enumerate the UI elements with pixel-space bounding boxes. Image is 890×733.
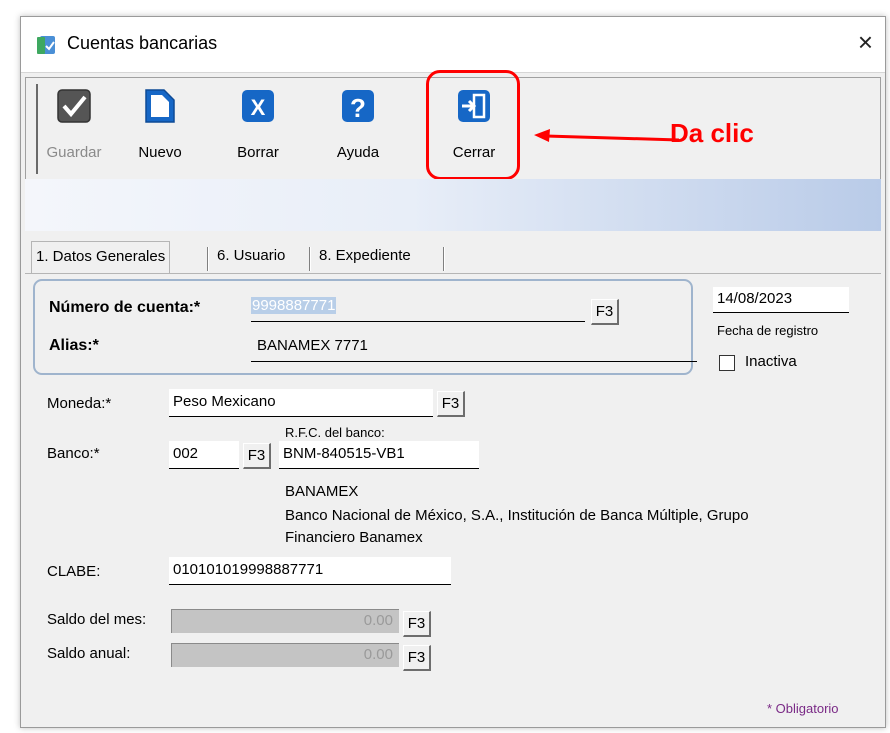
new-document-icon xyxy=(145,89,175,123)
svg-text:?: ? xyxy=(350,93,366,123)
tab-label: 1. Datos Generales xyxy=(36,248,166,265)
numero-cuenta-field[interactable]: 9998887771 xyxy=(251,297,337,314)
app-icon xyxy=(37,36,55,54)
cuentas-bancarias-window: Cuentas bancarias × Guardar Nuevo X Borr xyxy=(20,16,886,728)
tab-label: 8. Expediente xyxy=(319,247,411,264)
rfc-banco-value: BNM-840515-VB1 xyxy=(283,445,405,462)
help-icon: ? xyxy=(342,90,374,123)
ayuda-label: Ayuda xyxy=(336,144,380,161)
fecha-registro-label: Fecha de registro xyxy=(717,323,819,338)
ayuda-button[interactable]: ? Ayuda xyxy=(318,86,398,166)
tab-datos-generales[interactable]: 1. Datos Generales xyxy=(31,241,171,274)
banco-value: 002 xyxy=(173,445,199,462)
moneda-f3-button[interactable]: F3 xyxy=(437,391,465,417)
clabe-label: CLABE: xyxy=(47,563,101,580)
tabs-baseline xyxy=(25,273,881,274)
moneda-label: Moneda:* xyxy=(47,395,112,412)
nuevo-label: Nuevo xyxy=(138,144,182,161)
cerrar-label: Cerrar xyxy=(452,144,496,161)
numero-cuenta-f3-button[interactable]: F3 xyxy=(591,299,619,325)
guardar-button[interactable]: Guardar xyxy=(34,86,114,166)
nuevo-button[interactable]: Nuevo xyxy=(120,86,200,166)
tab-expediente[interactable]: 8. Expediente xyxy=(315,241,415,274)
account-group-box: Número de cuenta:* 9998887771 F3 Alias:*… xyxy=(33,279,697,375)
checkmark-icon xyxy=(57,89,91,123)
clabe-value: 010101019998887771 xyxy=(173,561,324,578)
saldo-mes-label: Saldo del mes: xyxy=(47,611,147,628)
banco-field[interactable]: 002 xyxy=(169,441,239,469)
title-bar: Cuentas bancarias × xyxy=(21,17,885,73)
inactiva-label: Inactiva xyxy=(745,353,797,370)
obligatorio-note: * Obligatorio xyxy=(767,701,839,716)
rfc-banco-label: R.F.C. del banco: xyxy=(285,425,385,440)
clabe-field[interactable]: 010101019998887771 xyxy=(169,557,451,585)
tab-label: 6. Usuario xyxy=(217,247,286,264)
banco-nombre-largo-1: Banco Nacional de México, S.A., Instituc… xyxy=(285,507,749,524)
banco-nombre-largo-2: Financiero Banamex xyxy=(285,529,423,546)
svg-text:X: X xyxy=(251,95,266,120)
fecha-registro-value: 14/08/2023 xyxy=(717,290,793,307)
borrar-label: Borrar xyxy=(237,144,279,161)
exit-door-icon xyxy=(458,90,490,122)
saldo-mes-field: 0.00 xyxy=(171,609,399,633)
close-window-button[interactable]: × xyxy=(858,27,873,57)
toolbar: Guardar Nuevo X Borrar ? Ayuda Cerrar Da… xyxy=(25,70,881,181)
alias-label: Alias:* xyxy=(49,337,99,354)
banco-nombre-corto: BANAMEX xyxy=(285,483,359,500)
alias-field[interactable]: BANAMEX 7771 xyxy=(257,337,368,354)
window-title: Cuentas bancarias xyxy=(67,33,218,53)
numero-cuenta-label: Número de cuenta:* xyxy=(49,299,201,316)
cerrar-button[interactable]: Cerrar xyxy=(434,86,514,166)
numero-cuenta-underline xyxy=(251,321,585,322)
saldo-anual-label: Saldo anual: xyxy=(47,645,131,662)
alias-underline xyxy=(251,361,697,362)
banco-f3-button[interactable]: F3 xyxy=(243,443,271,469)
saldo-mes-f3-button[interactable]: F3 xyxy=(403,611,431,637)
tab-separator xyxy=(207,247,209,271)
delete-icon: X xyxy=(242,90,274,122)
tab-usuario[interactable]: 6. Usuario xyxy=(213,241,289,274)
annotation-text: Da clic xyxy=(670,118,754,148)
fecha-registro-field[interactable]: 14/08/2023 xyxy=(713,287,849,313)
moneda-value: Peso Mexicano xyxy=(173,393,276,410)
inactiva-checkbox[interactable] xyxy=(719,355,735,371)
annotation-arrow-icon xyxy=(534,129,680,142)
guardar-label: Guardar xyxy=(46,144,102,161)
borrar-button[interactable]: X Borrar xyxy=(218,86,298,166)
saldo-anual-field: 0.00 xyxy=(171,643,399,667)
rfc-banco-field: BNM-840515-VB1 xyxy=(279,441,479,469)
saldo-anual-f3-button[interactable]: F3 xyxy=(403,645,431,671)
moneda-field[interactable]: Peso Mexicano xyxy=(169,389,433,417)
tab-separator xyxy=(443,247,445,271)
banco-label: Banco:* xyxy=(47,445,100,462)
tab-separator xyxy=(309,247,311,271)
header-banner xyxy=(25,179,881,231)
